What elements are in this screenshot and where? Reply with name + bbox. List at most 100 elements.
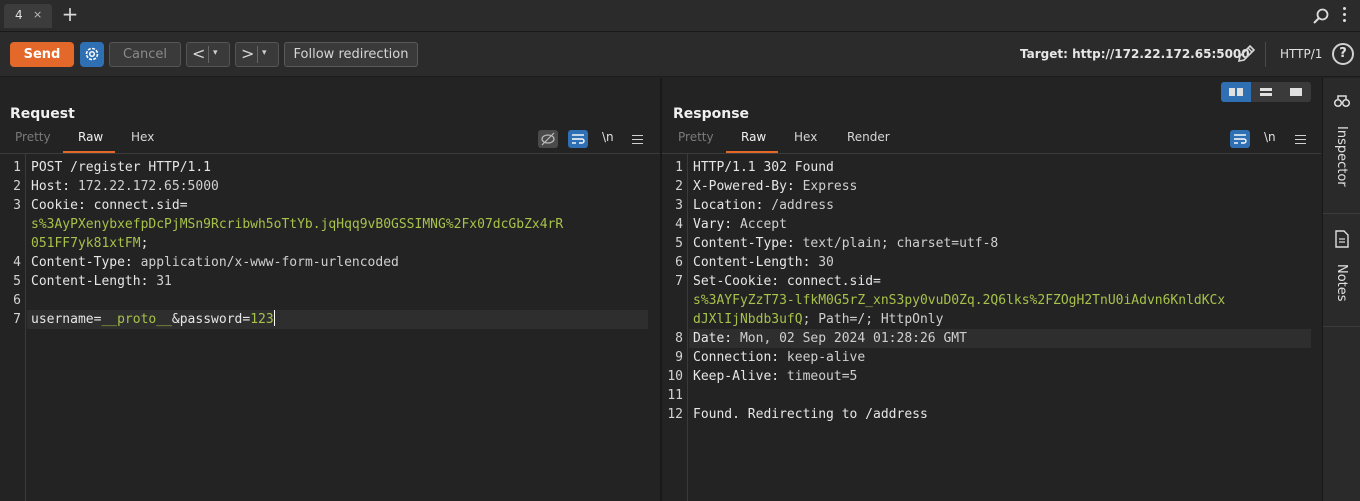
line-number: 7 [675,274,683,289]
http-version-toggle[interactable]: HTTP/1 [1280,47,1322,61]
cancel-button[interactable]: Cancel [109,42,181,67]
chevron-down-icon[interactable]: ▾ [262,48,267,58]
token: = [242,312,251,327]
help-icon[interactable]: ? [1332,43,1354,65]
code-line[interactable]: 2 X-Powered-By: Express [662,177,1321,196]
token: s%3AYFyZzT73-lfkM0G5rZ_xnS3py0vuD0Zq.2Q6… [693,293,1226,308]
code-line[interactable]: dJXlIjNbdb3ufQ; Path=/; HttpOnly [662,310,1321,329]
tab-pretty[interactable]: Pretty [678,130,714,144]
word-wrap-icon[interactable] [568,130,588,148]
hide-nonprintable-icon[interactable] [538,130,558,148]
token: username [31,312,94,327]
code-line[interactable]: 6 [0,291,660,310]
token: text/plain; charset=utf-8 [802,236,999,251]
gear-icon [85,47,99,61]
search-icon[interactable] [1313,8,1329,24]
chevron-down-icon[interactable]: ▾ [213,48,218,58]
text-caret [273,310,275,326]
layout-stacked-icon[interactable] [1251,82,1281,102]
code-line[interactable]: 4 Vary: Accept [662,215,1321,234]
inspector-icon [1333,95,1351,108]
tab-hex[interactable]: Hex [794,130,817,144]
line-number: 7 [13,312,21,327]
token: 172.22.172.65:5000 [77,179,219,194]
layout-side-by-side-icon[interactable] [1221,82,1251,102]
code-line[interactable]: s%3AYFyZzT73-lfkM0G5rZ_xnS3py0vuD0Zq.2Q6… [662,291,1321,310]
edit-target-pencil-icon[interactable] [1236,43,1256,65]
code-line[interactable]: 4 Content-Type: application/x-www-form-ur… [0,253,660,272]
code-line[interactable]: 5 Content-Type: text/plain; charset=utf-8 [662,234,1321,253]
line-text: Content-Length: 31 [31,272,172,291]
line-text: Location: /address [693,196,834,215]
code-line[interactable]: 5 Content-Length: 31 [0,272,660,291]
word-wrap-icon[interactable] [1230,130,1250,148]
code-line[interactable]: 3 Cookie: connect.sid= [0,196,660,215]
newline-toggle[interactable]: \n [1264,130,1276,144]
token: Accept [739,217,787,232]
code-line[interactable]: 3 Location: /address [662,196,1321,215]
line-number: 1 [13,160,21,175]
token: Host: [31,179,78,194]
request-panel: Request Pretty Raw Hex \n 1 POST /registe… [0,78,660,501]
code-line[interactable]: 7 Set-Cookie: connect.sid= [662,272,1321,291]
token: POST /register HTTP/1.1 [31,160,212,175]
tab-raw[interactable]: Raw [741,130,766,144]
line-text: Found. Redirecting to /address [693,405,928,424]
code-line[interactable]: 8 Date: Mon, 02 Sep 2024 01:28:26 GMT [675,329,1311,348]
token: connect.sid [786,274,874,289]
code-line[interactable]: 9 Connection: keep-alive [662,348,1321,367]
line-text: Cookie: connect.sid= [31,196,188,215]
line-text: Connection: keep-alive [693,348,865,367]
back-button[interactable]: < ▾ [186,42,230,67]
code-line[interactable]: 051FF7yk81xtFM; [0,234,660,253]
line-text: HTTP/1.1 302 Found [693,158,834,177]
code-line[interactable]: 1 HTTP/1.1 302 Found [662,158,1321,177]
follow-redirection-button[interactable]: Follow redirection [284,42,418,67]
tab-close-icon[interactable]: × [33,8,42,21]
tab-pretty[interactable]: Pretty [15,130,51,144]
more-options-icon[interactable] [1341,7,1347,25]
settings-gear-button[interactable] [80,42,104,67]
inspector-panel-tab[interactable]: Inspector [1323,78,1360,213]
code-line[interactable]: 11 [662,386,1321,405]
code-line[interactable]: 12 Found. Redirecting to /address [662,405,1321,424]
request-editor[interactable]: 1 POST /register HTTP/1.1 2 Host: 172.22.17… [0,154,660,501]
notes-panel-tab[interactable]: Notes [1323,214,1360,326]
add-tab-button[interactable]: + [60,2,80,26]
line-text: dJXlIjNbdb3ufQ; Path=/; HttpOnly [693,310,943,329]
newline-toggle[interactable]: \n [602,130,614,144]
token: Content-Length: [31,274,157,289]
line-number: 11 [667,388,683,403]
tab-render[interactable]: Render [847,130,890,144]
forward-button[interactable]: > ▾ [235,42,279,67]
chevron-left-icon: < [192,44,206,63]
code-line[interactable]: 7 username=__proto__&password=123 [13,310,648,329]
line-number: 9 [675,350,683,365]
notes-icon [1335,230,1349,248]
token: Vary: [693,217,740,232]
code-line[interactable]: s%3AyPXenybxefpDcPjMSn9Rcribwh5oTtYb.jqH… [0,215,660,234]
token: HTTP/1.1 302 Found [693,160,834,175]
code-line[interactable]: 2 Host: 172.22.172.65:5000 [0,177,660,196]
layout-toggle [1221,82,1311,102]
tab-raw[interactable]: Raw [78,130,103,144]
send-button[interactable]: Send [10,42,74,67]
code-line[interactable]: 6 Content-Length: 30 [662,253,1321,272]
request-view-tabs: Pretty Raw Hex [0,130,660,153]
menu-icon[interactable] [632,135,643,144]
tab-label: 4 [15,8,23,22]
line-text: Set-Cookie: connect.sid= [693,272,881,291]
tab-4[interactable]: 4 × [4,4,52,28]
menu-icon[interactable] [1295,135,1306,144]
tab-hex[interactable]: Hex [131,130,154,144]
layout-tabs-icon[interactable] [1281,82,1311,102]
token: Keep-Alive: [693,369,787,384]
response-title: Response [673,106,750,122]
code-line[interactable]: 1 POST /register HTTP/1.1 [0,158,660,177]
token: /address [771,198,834,213]
code-line[interactable]: 10 Keep-Alive: timeout=5 [662,367,1321,386]
token: Date: [693,331,740,346]
toolbar: Send Cancel < ▾ > ▾ Follow redirection T… [0,32,1360,77]
tab-bar: 4 × + [0,0,1360,32]
response-editor[interactable]: 1 HTTP/1.1 302 Found 2 X-Powered-By: Expres… [662,154,1321,501]
